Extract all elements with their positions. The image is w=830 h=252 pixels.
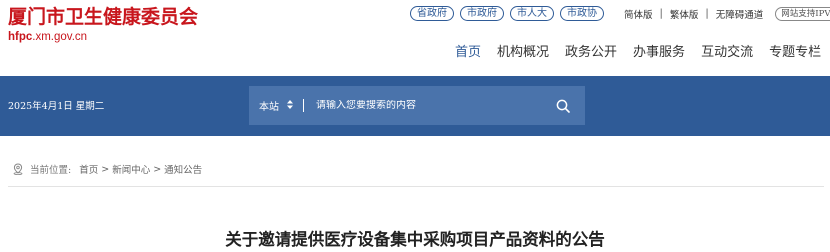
search-band: 2025年4月1日 星期二 本站 — [0, 76, 830, 136]
search-box: 本站 — [249, 86, 585, 125]
location-icon — [12, 163, 24, 175]
search-scope-select[interactable]: 本站 — [259, 98, 279, 113]
link-city-gov[interactable]: 市政府 — [460, 6, 504, 21]
link-city-cppcc[interactable]: 市政协 — [560, 6, 604, 21]
link-accessible[interactable]: 无障碍通道 — [716, 7, 764, 21]
breadcrumb-notices[interactable]: 通知公告 — [164, 162, 202, 176]
link-simplified[interactable]: 简体版 — [624, 7, 653, 21]
nav-services[interactable]: 办事服务 — [633, 41, 685, 60]
site-domain-prefix: hfpc — [8, 31, 33, 43]
link-city-congress[interactable]: 市人大 — [510, 6, 554, 21]
ipv6-badge: 网站支持IPV6 — [775, 6, 830, 21]
nav-home[interactable]: 首页 — [455, 41, 481, 60]
site-logo[interactable]: 厦门市卫生健康委员会 hfpc.xm.gov.cn — [8, 5, 198, 44]
breadcrumb-label: 当前位置: — [30, 165, 72, 176]
search-button[interactable] — [549, 92, 577, 120]
breadcrumb-news[interactable]: 新闻中心 — [112, 162, 150, 176]
nav-interaction[interactable]: 互动交流 — [701, 41, 753, 60]
top-links: 省政府 市政府 市人大 市政协 简体版 | 繁体版 | 无障碍通道 网站支持IP… — [410, 6, 830, 21]
divider-bar: | — [659, 8, 663, 19]
breadcrumb-home[interactable]: 首页 — [79, 162, 98, 176]
site-title: 厦门市卫生健康委员会 — [8, 6, 199, 28]
link-province-gov[interactable]: 省政府 — [410, 6, 454, 21]
site-domain: hfpc.xm.gov.cn — [8, 30, 198, 44]
article-title: 关于邀请提供医疗设备集中采购项目产品资料的公告 — [225, 230, 605, 249]
breadcrumb-separator: > — [153, 163, 162, 175]
site-domain-suffix: .xm.gov.cn — [32, 31, 88, 43]
current-date: 2025年4月1日 星期二 — [8, 101, 105, 112]
chevron-updown-icon[interactable] — [287, 100, 293, 111]
link-traditional[interactable]: 繁体版 — [670, 7, 699, 21]
search-icon — [556, 99, 570, 113]
divider-bar: | — [705, 8, 709, 19]
nav-about[interactable]: 机构概况 — [497, 41, 549, 60]
search-divider — [303, 99, 304, 112]
nav-gov-affairs[interactable]: 政务公开 — [565, 41, 617, 60]
breadcrumb-separator: > — [101, 163, 110, 175]
main-nav: 首页 机构概况 政务公开 办事服务 互动交流 专题专栏 — [455, 41, 821, 60]
content-divider — [8, 186, 824, 187]
search-input[interactable] — [316, 100, 549, 111]
breadcrumb: 当前位置: 首页 > 新闻中心 > 通知公告 — [12, 162, 202, 176]
nav-topics[interactable]: 专题专栏 — [769, 41, 821, 60]
